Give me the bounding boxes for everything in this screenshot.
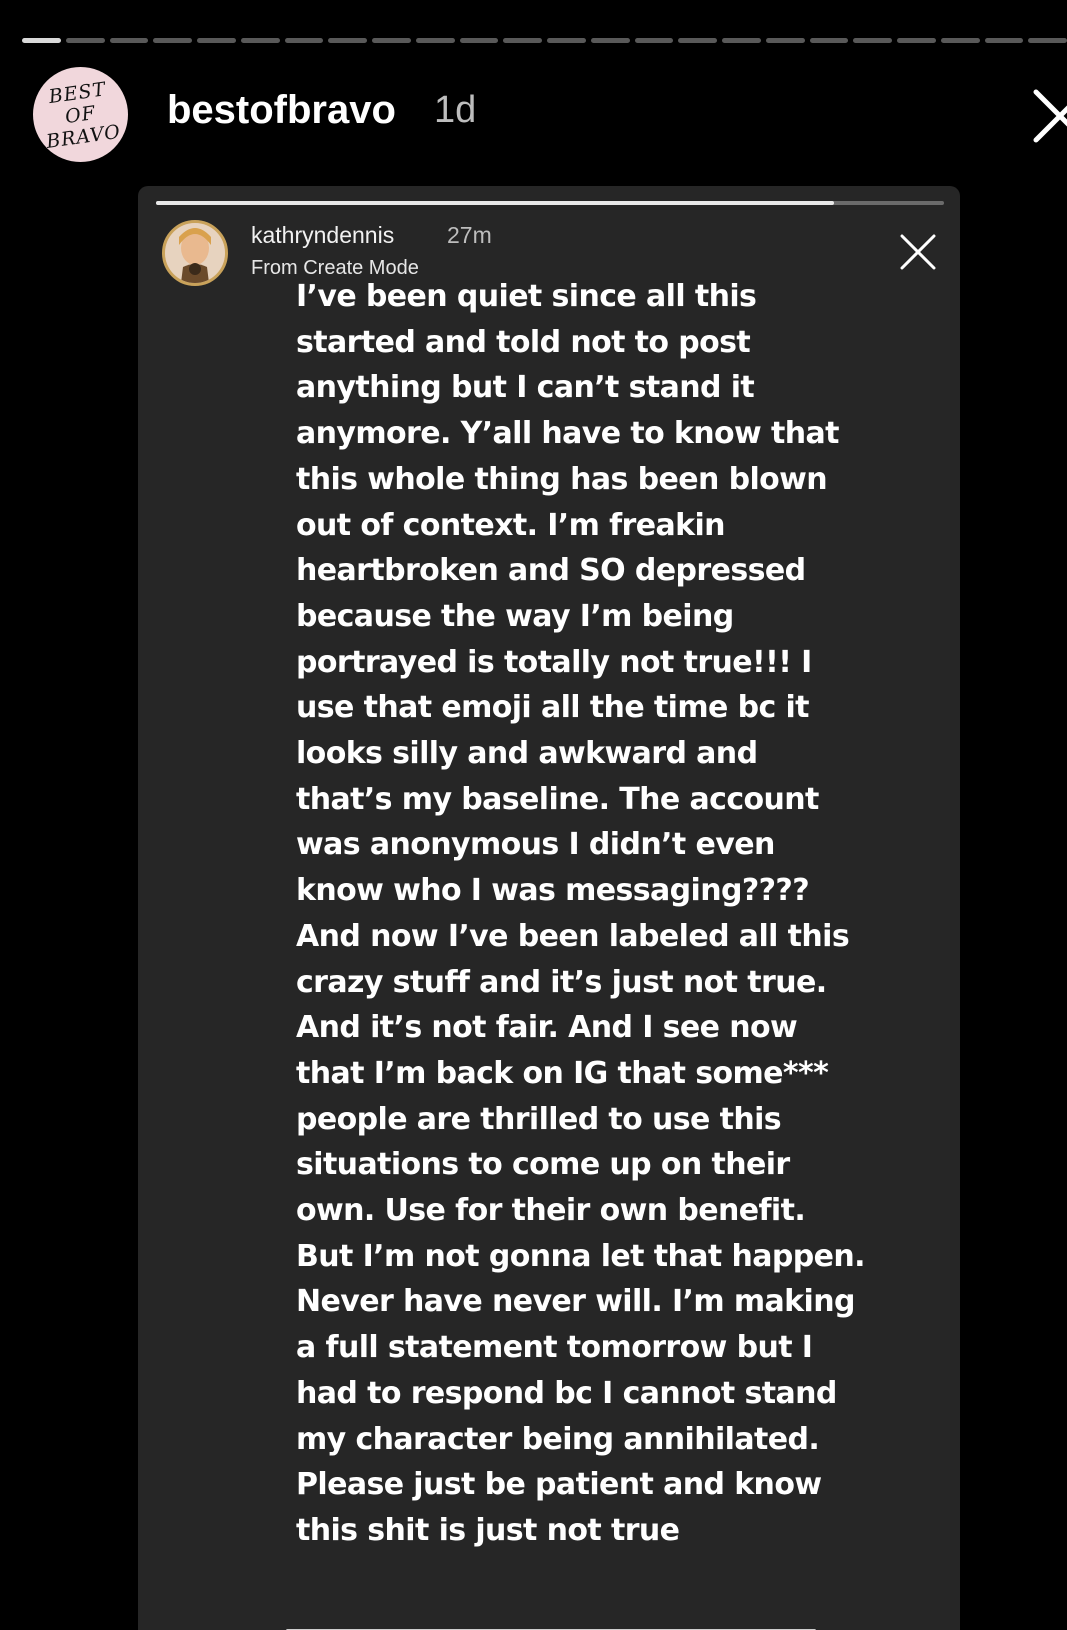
- statement-line: was anonymous I didn’t even: [296, 827, 775, 863]
- statement-line: I’ve been quiet since all this: [296, 279, 757, 314]
- progress-segment: [415, 38, 455, 43]
- statement-line: And now I’ve been labeled all this: [296, 918, 850, 954]
- statement-line: this whole thing has been blown: [296, 461, 828, 497]
- progress-segment: [240, 38, 280, 43]
- embedded-progress-bar: [156, 201, 944, 205]
- embedded-progress-fill: [156, 201, 834, 205]
- story-timestamp: 1d: [434, 89, 477, 131]
- progress-segment: [897, 38, 936, 43]
- progress-segment: [22, 38, 61, 43]
- statement-line: started and told not to post: [296, 324, 751, 360]
- statement-line: people are thrilled to use this: [296, 1101, 782, 1137]
- embedded-avatar: [162, 220, 228, 286]
- statement-line: because the way I’m being: [296, 598, 734, 634]
- statement-line: anything but I can’t stand it: [296, 370, 755, 406]
- statement-line: that I’m back on IG that some***: [296, 1055, 829, 1091]
- statement-line: own. Use for their own benefit.: [296, 1193, 806, 1229]
- progress-segment: [109, 38, 149, 43]
- progress-segment: [284, 38, 324, 43]
- statement-line: But I’m not gonna let that happen.: [296, 1238, 866, 1274]
- statement-line: heartbroken and SO depressed: [296, 553, 806, 589]
- statement-line: know who I was messaging????: [296, 873, 810, 909]
- embedded-username: kathryndennis: [251, 222, 395, 248]
- progress-segment: [809, 38, 849, 43]
- statement-line: And it’s not fair. And I see now: [296, 1010, 798, 1046]
- progress-segment: [459, 38, 499, 43]
- statement-line: crazy stuff and it’s just not true.: [296, 964, 827, 1000]
- progress-segment: [590, 38, 630, 43]
- account-avatar[interactable]: BEST OF BRAVO: [33, 67, 128, 162]
- progress-segment: [328, 38, 367, 43]
- statement-line: situations to come up on their: [296, 1147, 790, 1183]
- progress-segment: [634, 38, 674, 43]
- progress-segment: [153, 38, 192, 43]
- close-icon: [900, 234, 936, 270]
- statement-line: my character being annihilated.: [296, 1421, 820, 1457]
- portrait-image: [165, 223, 225, 283]
- story-progress-bar: [22, 38, 1067, 43]
- progress-segment: [765, 38, 805, 43]
- statement-line: anymore. Y’all have to know that: [296, 416, 839, 452]
- progress-segment: [547, 38, 586, 43]
- statement-text: I’ve been quiet since all this started an…: [296, 274, 936, 1554]
- close-icon[interactable]: [1030, 86, 1067, 146]
- progress-segment: [984, 38, 1024, 43]
- progress-segment: [197, 38, 236, 43]
- progress-segment: [1028, 38, 1067, 43]
- progress-segment: [65, 38, 105, 43]
- embedded-story-screenshot: kathryndennis 27m From Create Mode I’ve …: [138, 186, 960, 1630]
- statement-line: Never have never will. I’m making: [296, 1284, 855, 1320]
- statement-line: a full statement tomorrow but I: [296, 1330, 813, 1366]
- statement-line: looks silly and awkward and: [296, 736, 758, 772]
- statement-line: out of context. I’m freakin: [296, 507, 726, 543]
- progress-segment: [503, 38, 542, 43]
- progress-segment: [722, 38, 761, 43]
- statement-line: use that emoji all the time bc it: [296, 690, 810, 726]
- statement-line: had to respond bc I cannot stand: [296, 1375, 837, 1411]
- progress-segment: [372, 38, 411, 43]
- embedded-timestamp: 27m: [447, 222, 492, 248]
- progress-segment: [853, 38, 892, 43]
- progress-segment: [678, 38, 717, 43]
- best-of-bravo-logo: BEST OF BRAVO: [33, 75, 128, 154]
- statement-line: portrayed is totally not true!!! I: [296, 644, 812, 680]
- statement-line: Please just be patient and know: [296, 1467, 822, 1503]
- account-username[interactable]: bestofbravo: [167, 88, 396, 133]
- statement-line: that’s my baseline. The account: [296, 781, 819, 817]
- progress-segment: [940, 38, 980, 43]
- statement-line: this shit is just not true: [296, 1512, 680, 1548]
